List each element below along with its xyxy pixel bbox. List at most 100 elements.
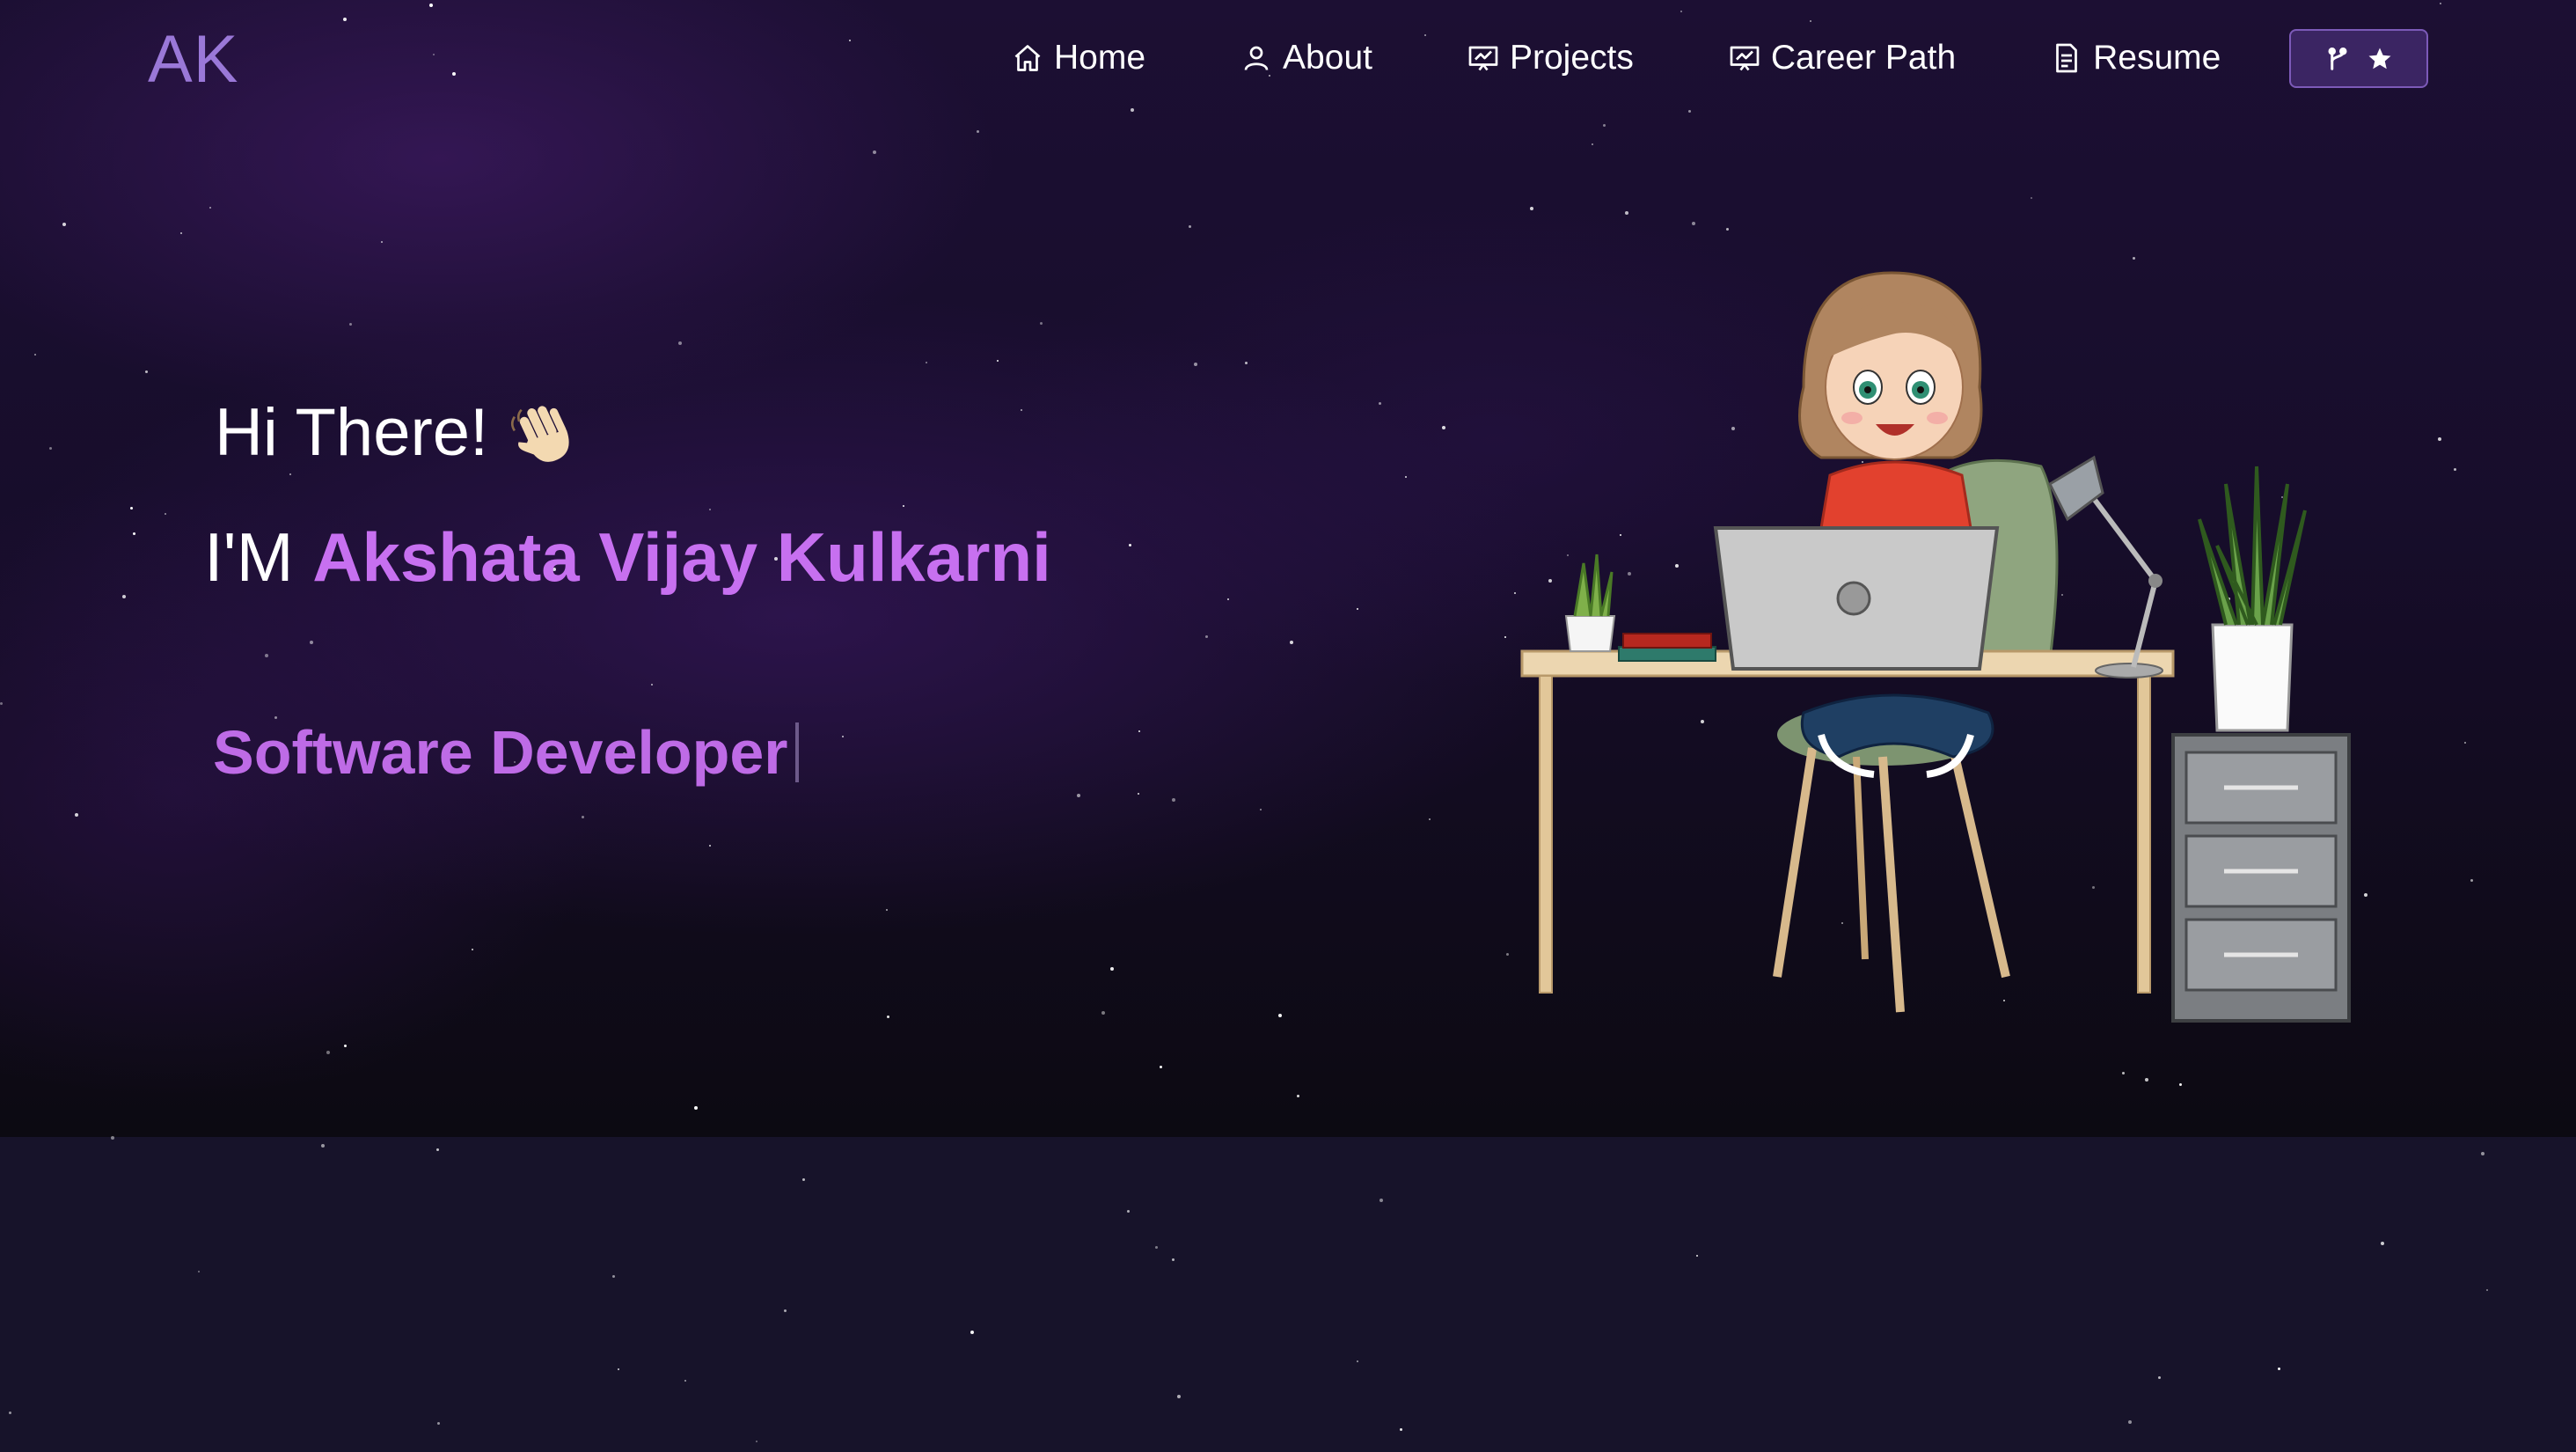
star-dot: [1205, 635, 1208, 638]
nav-resume-label: Resume: [2093, 39, 2221, 77]
presentation-icon: [1730, 46, 1760, 71]
star-dot: [612, 1275, 615, 1278]
nav-about-label: About: [1283, 39, 1372, 77]
star-dot: [0, 702, 3, 705]
drawer-cabinet-illustration: [2171, 733, 2351, 1023]
user-icon: [1244, 46, 1269, 70]
star-dot: [2122, 1072, 2125, 1074]
star-dot: [1172, 798, 1175, 802]
star-dot: [452, 72, 456, 76]
star-dot: [1021, 409, 1022, 411]
star-dot: [694, 1106, 698, 1110]
star-dot: [842, 736, 844, 737]
star-dot: [1177, 1395, 1181, 1398]
star-dot: [678, 341, 682, 345]
star-dot: [1138, 730, 1140, 732]
star-dot: [209, 207, 211, 209]
star-dot: [1379, 1199, 1383, 1202]
star-dot: [349, 323, 352, 326]
star-dot: [198, 1271, 200, 1272]
star-dot: [1592, 143, 1593, 145]
greeting: Hi There!: [215, 394, 582, 471]
name-prefix: I'M: [204, 518, 294, 596]
star-dot: [1101, 1011, 1105, 1015]
star-dot: [2128, 1420, 2132, 1424]
star-dot: [9, 1412, 11, 1414]
typewriter-role: Software Developer: [213, 717, 799, 788]
star-dot: [75, 813, 78, 817]
star-dot: [2464, 742, 2466, 744]
star-dot: [1077, 794, 1080, 797]
star-dot: [2158, 1376, 2161, 1379]
star-dot: [1227, 598, 1229, 600]
star-dot: [873, 150, 876, 154]
star-dot: [1726, 228, 1729, 231]
nav-about[interactable]: About: [1240, 39, 1372, 77]
star-dot: [326, 1051, 330, 1054]
star-dot: [429, 4, 433, 7]
star-dot: [111, 1136, 114, 1140]
nav-projects[interactable]: Projects: [1467, 39, 1634, 77]
presentation-icon: [1468, 46, 1498, 71]
star-dot: [1357, 608, 1358, 610]
star-dot: [381, 241, 383, 243]
star-dot: [997, 360, 999, 362]
star-dot: [34, 354, 36, 356]
star-dot: [2486, 1289, 2488, 1291]
laptop-illustration: [1713, 526, 2000, 671]
star-dot: [977, 130, 979, 133]
star-dot: [2481, 1152, 2485, 1155]
nav-home-label: Home: [1054, 39, 1146, 77]
star-dot: [180, 232, 182, 234]
star-dot: [886, 909, 888, 911]
nav-home[interactable]: Home: [1012, 39, 1145, 77]
nav-resume[interactable]: Resume: [2051, 39, 2221, 77]
star-dot: [1131, 108, 1134, 112]
fork-icon: [2328, 47, 2347, 70]
home-icon: [1014, 45, 1041, 71]
star-dot: [709, 845, 711, 847]
books-illustration: [1618, 633, 1716, 662]
small-plant-illustration: [1564, 554, 1616, 652]
star-dot: [887, 1016, 889, 1018]
star-dot: [1357, 1360, 1358, 1362]
star-dot: [130, 507, 133, 510]
star-dot: [1429, 818, 1431, 820]
star-dot: [1245, 362, 1248, 364]
star-dot: [903, 505, 904, 507]
star-dot: [1680, 11, 1682, 12]
star-dot: [437, 1422, 440, 1425]
star-dot: [2278, 1368, 2280, 1370]
star-dot: [49, 447, 52, 450]
star-dot: [618, 1368, 619, 1370]
star-dot: [133, 532, 135, 535]
star-dot: [651, 684, 653, 686]
nav-career-path[interactable]: Career Path: [1729, 39, 1956, 77]
star-dot: [1688, 110, 1691, 113]
star-dot: [849, 40, 851, 41]
star-dot: [472, 949, 473, 950]
star-dot: [1172, 1258, 1175, 1261]
waving-hand-icon: [511, 405, 569, 462]
star-dot: [145, 370, 148, 373]
girl-illustration: [1798, 271, 1994, 778]
star-dot: [62, 223, 66, 226]
star-dot: [344, 1045, 347, 1047]
star-dot: [1625, 211, 1628, 215]
logo[interactable]: AK: [148, 21, 238, 98]
star-dot: [1189, 225, 1191, 228]
star-dot: [310, 641, 313, 644]
nav-projects-label: Projects: [1509, 39, 1634, 77]
star-dot: [970, 1331, 974, 1334]
star-dot: [802, 1178, 805, 1181]
star-dot: [2381, 1242, 2384, 1245]
star-dot: [684, 1380, 686, 1382]
hero-illustration: [1520, 271, 2351, 1023]
star-dot: [1400, 1428, 1402, 1431]
star-dot: [1506, 953, 1509, 956]
star-dot: [784, 1309, 787, 1312]
star-dot: [321, 1144, 325, 1148]
role-text: Software Developer: [213, 718, 788, 787]
github-star-button[interactable]: [2289, 29, 2428, 88]
name-heading: I'M Akshata Vijay Kulkarni: [204, 517, 1051, 598]
